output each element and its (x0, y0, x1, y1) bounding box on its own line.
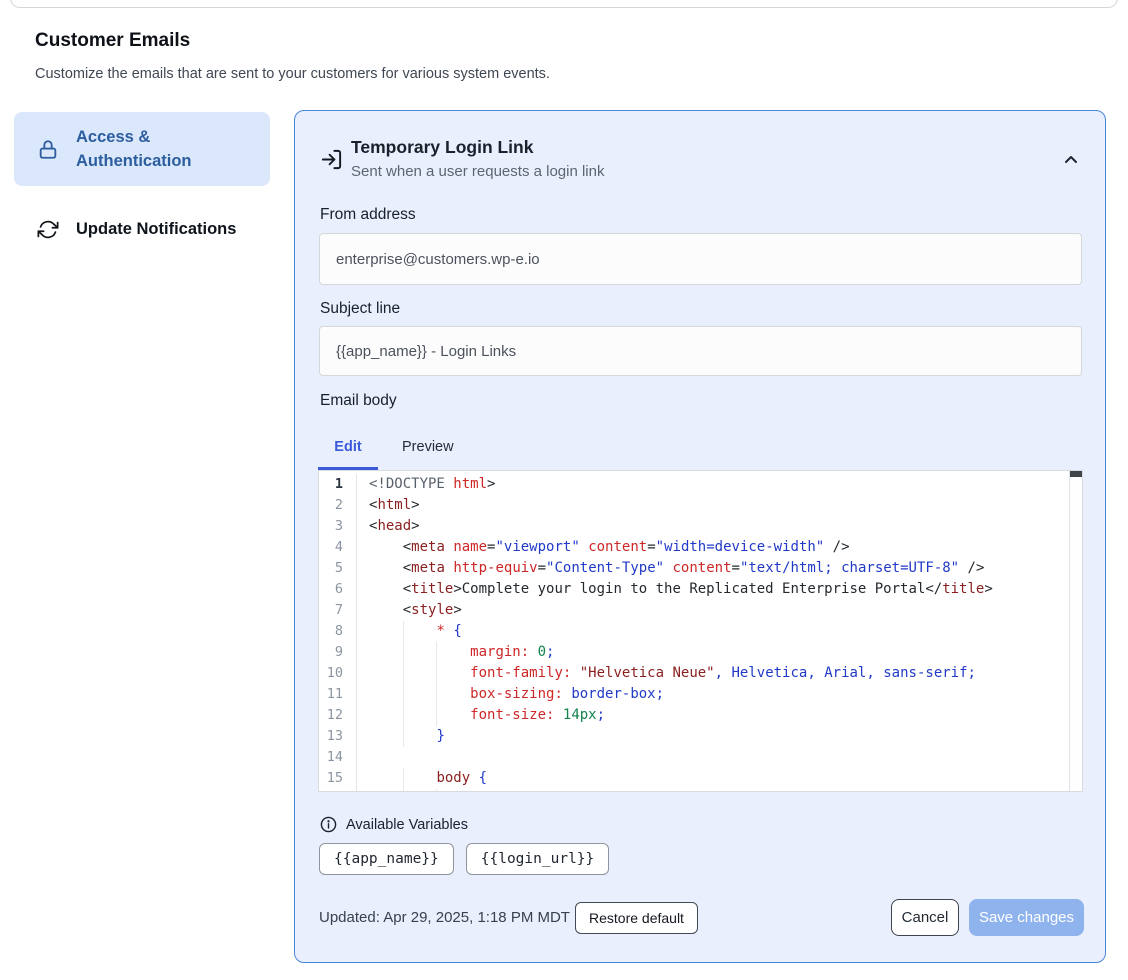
indent-guide (436, 789, 437, 791)
indent-guide (403, 726, 404, 747)
section-title: Temporary Login Link (351, 137, 533, 158)
code-line[interactable]: 11 box-sizing: border-box; (319, 684, 1069, 705)
code-text: * { (357, 621, 1069, 642)
code-line[interactable]: 8 * { (319, 621, 1069, 642)
line-number: 14 (319, 747, 357, 768)
code-text: font-family: "Helvetica Neue", Helvetica… (357, 663, 1069, 684)
editor-tabbar: Edit Preview (318, 433, 454, 467)
lock-icon (37, 138, 59, 161)
code-text: font-size: 14px; (357, 705, 1069, 726)
tab-edit[interactable]: Edit (318, 433, 378, 467)
line-number: 3 (319, 516, 357, 537)
code-line[interactable]: 13 } (319, 726, 1069, 747)
indent-guide (403, 789, 404, 791)
editor-scrollbar[interactable] (1069, 471, 1082, 791)
code-editor[interactable]: 1<!DOCTYPE html>2<html>3<head>4 <meta na… (318, 470, 1083, 792)
section-subtitle: Sent when a user requests a login link (351, 163, 604, 180)
sidebar-item-label: Update Notifications (76, 217, 246, 241)
line-number: 6 (319, 579, 357, 600)
line-number: 8 (319, 621, 357, 642)
line-number: 13 (319, 726, 357, 747)
indent-guide (403, 642, 404, 663)
indent-guide (403, 684, 404, 705)
code-line[interactable]: 2<html> (319, 495, 1069, 516)
previous-card-edge (10, 0, 1118, 8)
indent-guide (436, 705, 437, 726)
code-text: <head> (357, 516, 1069, 537)
line-number: 7 (319, 600, 357, 621)
variable-chips: {{app_name}} {{login_url}} (319, 843, 609, 875)
code-text: <html> (357, 495, 1069, 516)
line-number: 2 (319, 495, 357, 516)
code-line[interactable]: 3<head> (319, 516, 1069, 537)
cancel-button[interactable]: Cancel (891, 899, 959, 936)
tab-preview[interactable]: Preview (402, 433, 454, 467)
indent-guide (436, 684, 437, 705)
indent-guide (403, 663, 404, 684)
code-text: <!DOCTYPE html> (357, 474, 1069, 495)
line-number: 15 (319, 768, 357, 789)
refresh-icon (37, 219, 59, 240)
code-text: <style> (357, 600, 1069, 621)
code-line[interactable]: 16 background-color: #f8f8f8; (319, 789, 1069, 791)
indent-guide (403, 705, 404, 726)
line-number: 1 (319, 474, 357, 495)
code-line[interactable]: 5 <meta http-equiv="Content-Type" conten… (319, 558, 1069, 579)
login-icon (320, 148, 343, 171)
restore-default-button[interactable]: Restore default (575, 902, 698, 934)
subject-line-label: Subject line (320, 300, 400, 318)
page-description: Customize the emails that are sent to yo… (35, 66, 550, 82)
code-line[interactable]: 12 font-size: 14px; (319, 705, 1069, 726)
code-text: body { (357, 768, 1069, 789)
sidebar-item-access-authentication[interactable]: Access & Authentication (14, 112, 270, 186)
code-text: } (357, 726, 1069, 747)
indent-guide (436, 642, 437, 663)
available-variables-label: Available Variables (346, 817, 468, 833)
line-number: 16 (319, 789, 357, 791)
code-text: background-color: #f8f8f8; (357, 789, 1069, 791)
indent-guide (403, 768, 404, 789)
editor-scrollbar-thumb[interactable] (1070, 471, 1082, 477)
from-address-label: From address (320, 206, 416, 224)
indent-guide (436, 663, 437, 684)
line-number: 4 (319, 537, 357, 558)
page-title: Customer Emails (35, 30, 190, 52)
variable-chip[interactable]: {{app_name}} (319, 843, 454, 875)
code-line[interactable]: 15 body { (319, 768, 1069, 789)
code-text: <meta http-equiv="Content-Type" content=… (357, 558, 1069, 579)
code-line[interactable]: 9 margin: 0; (319, 642, 1069, 663)
variable-chip[interactable]: {{login_url}} (466, 843, 610, 875)
code-text: box-sizing: border-box; (357, 684, 1069, 705)
code-line[interactable]: 4 <meta name="viewport" content="width=d… (319, 537, 1069, 558)
line-number: 5 (319, 558, 357, 579)
code-line[interactable]: 7 <style> (319, 600, 1069, 621)
code-text (357, 747, 1069, 768)
sidebar-item-update-notifications[interactable]: Update Notifications (14, 206, 270, 252)
code-line[interactable]: 10 font-family: "Helvetica Neue", Helvet… (319, 663, 1069, 684)
code-text: <meta name="viewport" content="width=dev… (357, 537, 1069, 558)
code-line[interactable]: 14 (319, 747, 1069, 768)
line-number: 10 (319, 663, 357, 684)
code-text: margin: 0; (357, 642, 1069, 663)
email-body-label: Email body (320, 392, 397, 410)
code-line[interactable]: 1<!DOCTYPE html> (319, 474, 1069, 495)
info-icon (320, 816, 337, 833)
code-line[interactable]: 6 <title>Complete your login to the Repl… (319, 579, 1069, 600)
email-settings-panel: Temporary Login Link Sent when a user re… (294, 110, 1106, 963)
line-number: 12 (319, 705, 357, 726)
save-changes-button[interactable]: Save changes (969, 899, 1084, 936)
line-number: 9 (319, 642, 357, 663)
line-number: 11 (319, 684, 357, 705)
sidebar-item-label: Access & Authentication (76, 125, 246, 173)
code-editor-lines[interactable]: 1<!DOCTYPE html>2<html>3<head>4 <meta na… (319, 471, 1069, 791)
subject-line-input[interactable] (319, 326, 1082, 376)
indent-guide (403, 621, 404, 642)
from-address-input[interactable] (319, 233, 1082, 285)
updated-timestamp: Updated: Apr 29, 2025, 1:18 PM MDT (319, 909, 570, 926)
code-text: <title>Complete your login to the Replic… (357, 579, 1069, 600)
chevron-up-icon[interactable] (1061, 151, 1081, 167)
